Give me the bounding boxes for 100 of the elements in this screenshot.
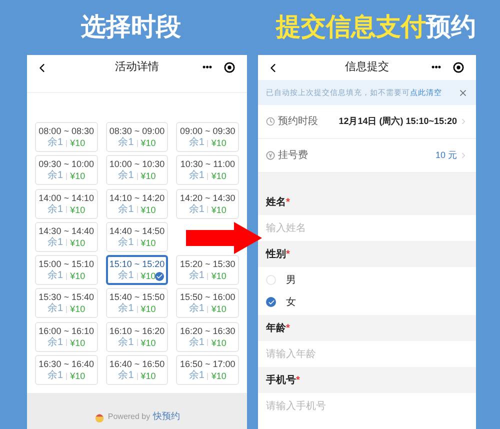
slot-time: 14:10 ~ 14:20 xyxy=(109,192,165,204)
slot-time: 16:00 ~ 16:10 xyxy=(38,324,94,337)
slot-price: ¥10 xyxy=(211,370,226,382)
time-slot[interactable]: 08:00 ~ 08:30 余1 ¥10 xyxy=(35,122,98,152)
slot-remaining: 余1 xyxy=(188,204,204,216)
slot-price: ¥10 xyxy=(140,270,156,282)
slot-time: 15:50 ~ 16:00 xyxy=(180,291,236,303)
time-slot[interactable]: 15:30 ~ 15:40 余1 ¥10 xyxy=(35,288,98,318)
target-icon[interactable] xyxy=(224,62,235,73)
slot-price: ¥10 xyxy=(211,170,226,182)
time-slot[interactable]: 16:40 ~ 16:50 余1 ¥10 xyxy=(106,355,168,386)
slot-price: ¥10 xyxy=(211,303,226,316)
left-heading: 选择时段 xyxy=(81,12,181,43)
target-icon[interactable] xyxy=(453,62,464,73)
slot-time: 14:00 ~ 14:10 xyxy=(38,192,94,204)
slot-time: 10:30 ~ 11:00 xyxy=(180,158,235,170)
more-button[interactable]: ••• xyxy=(202,63,212,72)
time-slot[interactable]: 15:50 ~ 16:00 余1 ¥10 xyxy=(176,288,239,318)
slot-price: ¥10 xyxy=(70,236,86,249)
radio-option[interactable]: 女 xyxy=(258,291,476,313)
slot-price: ¥10 xyxy=(140,370,156,382)
slot-price: ¥10 xyxy=(70,270,86,282)
slot-time: 15:10 ~ 15:20 xyxy=(109,258,165,270)
time-slot[interactable]: 14:00 ~ 14:10 余1 ¥10 xyxy=(35,188,98,219)
slot-price: ¥10 xyxy=(140,137,156,149)
slot-price: ¥10 xyxy=(140,336,156,349)
slot-remaining: 余1 xyxy=(118,170,134,182)
slot-remaining: 余1 xyxy=(118,137,134,149)
logo-icon xyxy=(94,412,105,423)
brand-link[interactable]: 快预约 xyxy=(153,410,180,423)
radio-option[interactable]: 男 xyxy=(258,269,476,291)
time-slot[interactable]: 09:00 ~ 09:30 余1 ¥10 xyxy=(176,122,239,152)
slot-time: 15:20 ~ 15:30 xyxy=(180,258,236,270)
time-slot[interactable]: 14:20 ~ 14:30 余1 ¥10 xyxy=(176,188,239,219)
chevron-icon xyxy=(459,117,468,126)
time-slot[interactable]: 15:00 ~ 15:10 余1 ¥10 xyxy=(35,255,98,286)
slot-time: 16:50 ~ 17:00 xyxy=(180,358,236,370)
time-slot[interactable]: 16:20 ~ 16:30 余1 ¥10 xyxy=(176,322,239,352)
slot-time: 14:20 ~ 14:30 xyxy=(180,192,236,204)
close-icon[interactable] xyxy=(458,88,468,98)
powered-by-text: Powered by xyxy=(108,411,150,423)
slot-remaining: 余1 xyxy=(188,303,204,316)
time-slot[interactable]: 15:20 ~ 15:30 余1 ¥10 xyxy=(176,255,239,286)
time-slot[interactable]: 16:10 ~ 16:20 余1 ¥10 xyxy=(106,322,168,352)
slot-price: ¥10 xyxy=(211,336,226,349)
more-button[interactable]: ••• xyxy=(432,63,441,72)
screen-title: 活动详情 xyxy=(115,60,159,76)
time-slot[interactable]: 09:30 ~ 10:00 余1 ¥10 xyxy=(35,155,98,186)
slot-remaining: 余1 xyxy=(48,137,64,149)
slot-time: 08:00 ~ 08:30 xyxy=(38,125,94,137)
time-slot[interactable]: 16:50 ~ 17:00 余1 ¥10 xyxy=(176,355,239,386)
time-slot[interactable]: 16:30 ~ 16:40 余1 ¥10 xyxy=(35,355,98,386)
radio-button[interactable] xyxy=(266,297,276,307)
slot-time: 15:00 ~ 15:10 xyxy=(38,258,94,270)
field-label: 手机号* xyxy=(266,374,300,388)
slot-price: ¥10 xyxy=(70,204,86,216)
field-label: 性别* xyxy=(266,248,290,262)
clock-icon xyxy=(266,117,275,126)
slot-time: 16:10 ~ 16:20 xyxy=(109,324,165,337)
radio-button[interactable] xyxy=(266,275,276,285)
time-slot[interactable]: 14:30 ~ 14:40 余1 ¥10 xyxy=(35,222,98,252)
field-label: 姓名* xyxy=(266,196,290,210)
slot-remaining: 余1 xyxy=(188,336,204,349)
slot-price: ¥10 xyxy=(70,336,86,349)
slot-price: ¥10 xyxy=(70,170,86,182)
time-slot[interactable]: 15:10 ~ 15:20 余1 ¥10 xyxy=(106,255,168,286)
time-slot[interactable]: 14:40 ~ 14:50 余1 ¥10 xyxy=(106,222,168,252)
screen-title: 信息提交 xyxy=(345,60,389,76)
slot-remaining: 余1 xyxy=(48,204,64,216)
yen-icon xyxy=(266,151,275,160)
row-label: 挂号费 xyxy=(278,148,308,163)
field-label: 年龄* xyxy=(266,322,290,336)
slot-remaining: 余1 xyxy=(188,270,204,282)
slot-price: ¥10 xyxy=(70,137,86,149)
slot-time: 08:30 ~ 09:00 xyxy=(109,125,165,137)
time-slot[interactable]: 14:10 ~ 14:20 余1 ¥10 xyxy=(106,188,168,219)
slot-price: ¥10 xyxy=(140,236,156,249)
slot-time: 16:40 ~ 16:50 xyxy=(109,358,165,370)
slot-remaining: 余1 xyxy=(118,370,134,382)
time-slot[interactable]: 15:40 ~ 15:50 余1 ¥10 xyxy=(106,288,168,318)
row-label: 预约时段 xyxy=(278,114,318,129)
slot-price: ¥10 xyxy=(140,303,156,316)
time-slot[interactable]: 16:00 ~ 16:10 余1 ¥10 xyxy=(35,322,98,352)
slot-remaining: 余1 xyxy=(118,270,134,282)
slot-remaining: 余1 xyxy=(48,370,64,382)
check-icon xyxy=(155,272,164,282)
time-slot[interactable]: 10:30 ~ 11:00 余1 ¥10 xyxy=(176,155,239,186)
chevron-icon xyxy=(459,151,468,160)
slot-price: ¥10 xyxy=(140,170,156,182)
slot-remaining: 余1 xyxy=(48,303,64,316)
time-slot[interactable]: 10:00 ~ 10:30 余1 ¥10 xyxy=(106,155,168,186)
slot-remaining: 余1 xyxy=(188,137,204,149)
row-value: 10 元 xyxy=(435,148,457,162)
slot-remaining: 余1 xyxy=(118,336,134,349)
slot-remaining: 余1 xyxy=(48,236,64,249)
slot-remaining: 余1 xyxy=(188,170,204,182)
slot-price: ¥10 xyxy=(70,370,86,382)
time-slot[interactable]: 08:30 ~ 09:00 余1 ¥10 xyxy=(106,122,168,152)
right-heading: 提交信息支付预约 xyxy=(276,12,476,43)
slot-remaining: 余1 xyxy=(118,236,134,249)
